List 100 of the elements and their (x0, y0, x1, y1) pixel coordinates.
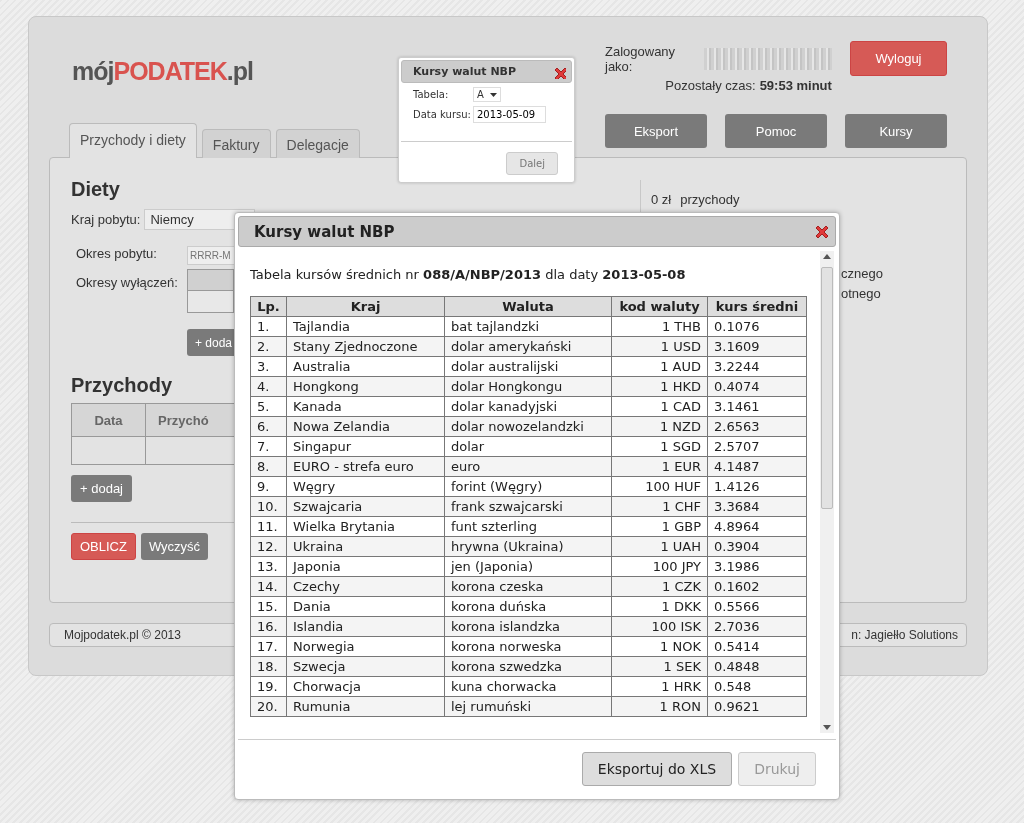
scrollbar[interactable] (820, 251, 834, 733)
scroll-down-icon[interactable] (823, 725, 831, 730)
table-cell: 6. (250, 416, 287, 437)
column-header: kurs średni (707, 296, 807, 317)
tab[interactable]: Faktury (201, 129, 271, 158)
field-label: Okresy wyłączeń: (76, 275, 179, 292)
add-button[interactable]: + dodaj (71, 475, 132, 502)
table-cell: 1 HRK (611, 676, 708, 697)
toolbar-button[interactable]: Pomoc (725, 114, 827, 148)
table-cell: 1 THB (611, 316, 708, 337)
table-cell: 1.4126 (707, 476, 807, 497)
scroll-up-icon[interactable] (823, 254, 831, 259)
section-heading: Przychody (71, 374, 174, 397)
table-cell: 3.1986 (707, 556, 807, 577)
table-cell: 7. (250, 436, 287, 457)
next-button[interactable]: Dalej (506, 152, 558, 175)
table-cell: 14. (250, 576, 287, 597)
table-cell: Kanada (286, 396, 445, 417)
table-cell: Australia (286, 356, 445, 377)
table-cell: 3.2244 (707, 356, 807, 377)
table-cell: Tajlandia (286, 316, 445, 337)
table-cell: 1 NOK (611, 636, 708, 657)
table-cell: 3.1461 (707, 396, 807, 417)
table-cell: 0.548 (707, 676, 807, 697)
table-cell: 18. (250, 656, 287, 677)
calculate-button[interactable]: OBLICZ (71, 533, 136, 560)
remaining-time: 59:53 minut (759, 78, 832, 93)
tab[interactable]: Przychody i diety (69, 123, 197, 158)
table-cell: 0.5414 (707, 636, 807, 657)
date-field[interactable]: 2013-05-09 (473, 106, 546, 123)
table-cell: dolar kanadyjski (444, 396, 612, 417)
table-cell: 0.1076 (707, 316, 807, 337)
table-cell: bat tajlandzki (444, 316, 612, 337)
toolbar-button[interactable]: Kursy (845, 114, 947, 148)
table-cell: dolar australijski (444, 356, 612, 377)
table-cell: 3. (250, 356, 287, 377)
table-cell: Dania (286, 596, 445, 617)
dialog-title: Kursy walut NBP (413, 65, 517, 78)
table-cell: 20. (250, 696, 287, 717)
table-cell: Wielka Brytania (286, 516, 445, 537)
dialog-title: Kursy walut NBP (254, 222, 395, 241)
table-cell: 13. (250, 556, 287, 577)
column-header: Lp. (250, 296, 287, 317)
table-cell: Chorwacja (286, 676, 445, 697)
table-cell: 4.8964 (707, 516, 807, 537)
column-header: kod waluty (611, 296, 708, 317)
table-cell: dolar (444, 436, 612, 457)
table-cell: Singapur (286, 436, 445, 457)
exclusions-table (187, 269, 234, 313)
table-cell: Węgry (286, 476, 445, 497)
table-cell: jen (Japonia) (444, 556, 612, 577)
table-cell: 1 GBP (611, 516, 708, 537)
column-header: Kraj (286, 296, 445, 317)
table-cell: forint (Węgry) (444, 476, 612, 497)
table-cell: 0.5566 (707, 596, 807, 617)
column-header: Waluta (444, 296, 612, 317)
table-cell: 1 CAD (611, 396, 708, 417)
print-button: Drukuj (738, 752, 816, 786)
toolbar-button[interactable]: Eksport (605, 114, 707, 148)
table-cell: 17. (250, 636, 287, 657)
field-label: Data kursu: (413, 109, 472, 120)
table-cell: kuna chorwacka (444, 676, 612, 697)
table-cell: 2. (250, 336, 287, 357)
table-cell: 9. (250, 476, 287, 497)
remaining-time-label: Pozostały czas: (665, 78, 756, 93)
field-label: Kraj pobytu: (71, 212, 141, 227)
field-label: Tabela: (413, 89, 450, 100)
field-label: Okres pobytu: (76, 246, 158, 263)
summary-text: otnego (840, 285, 882, 303)
export-button[interactable]: Eksportuj do XLS (581, 752, 733, 786)
table-select[interactable]: A (473, 87, 501, 102)
table-cell: 10. (250, 496, 287, 517)
logout-button[interactable]: Wyloguj (849, 41, 947, 76)
copyright-text: Mojpodatek.pl © 2013 (64, 628, 181, 642)
table-cell: 8. (250, 456, 287, 477)
table-cell: Norwegia (286, 636, 445, 657)
table-cell: 100 JPY (611, 556, 708, 577)
table-cell: 11. (250, 516, 287, 537)
table-cell: 16. (250, 616, 287, 637)
table-cell: 15. (250, 596, 287, 617)
table-cell: 2.5707 (707, 436, 807, 457)
table-cell: 4. (250, 376, 287, 397)
column-header: Data (71, 403, 146, 437)
table-cell: 1 DKK (611, 596, 708, 617)
caret-icon (489, 92, 497, 97)
table-cell: 12. (250, 536, 287, 557)
table-cell: 100 HUF (611, 476, 708, 497)
amount: 0 zł (651, 192, 672, 207)
table-cell: funt szterling (444, 516, 612, 537)
table-cell: korona duńska (444, 596, 612, 617)
logo: mójPODATEK.pl (72, 57, 253, 87)
table-cell: Japonia (286, 556, 445, 577)
tab[interactable]: Delegacje (275, 129, 360, 158)
section-heading: Diety (71, 178, 121, 201)
table-cell: 1. (250, 316, 287, 337)
summary-label: przychody (680, 192, 740, 207)
table-caption: Tabela kursów średnich nr 088/A/NBP/2013 dla daty 2013-05-08 (250, 267, 687, 282)
table-cell: 19. (250, 676, 287, 697)
table-cell: 1 AUD (611, 356, 708, 377)
clear-button[interactable]: Wyczyść (140, 533, 209, 560)
